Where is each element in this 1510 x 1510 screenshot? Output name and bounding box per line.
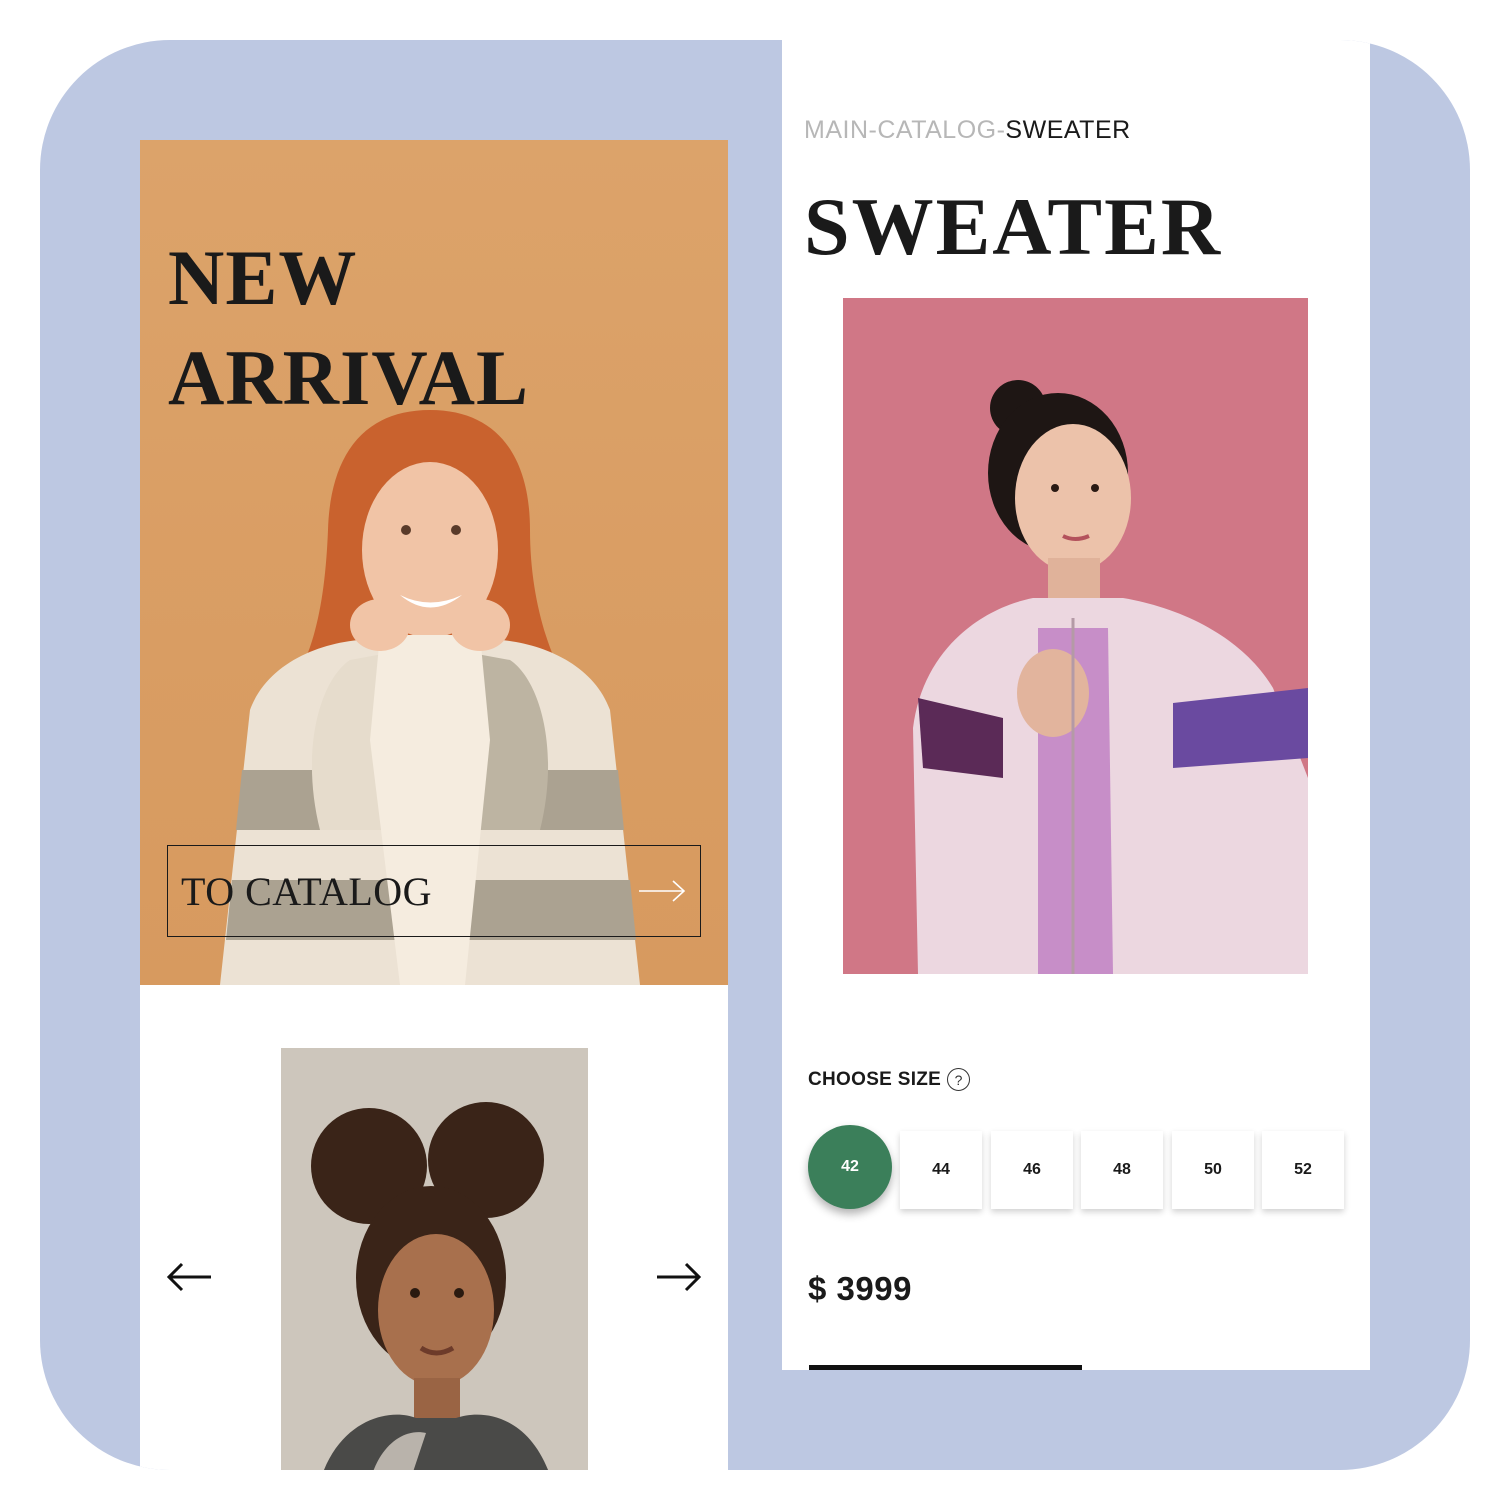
carousel-prev-button[interactable] (165, 1260, 213, 1294)
background-frame: NEW ARRIVAL TO CATALOG MAIN-CATALOG-SWEA… (40, 40, 1470, 1470)
size-option-50[interactable]: 50 (1172, 1131, 1254, 1209)
carousel-next-button[interactable] (655, 1260, 703, 1294)
question-circle-icon[interactable]: ? (947, 1068, 971, 1091)
breadcrumb-catalog[interactable]: CATALOG- (877, 116, 1005, 144)
product-image[interactable] (843, 298, 1308, 974)
breadcrumb: MAIN-CATALOG-SWEATER (804, 116, 1131, 145)
add-to-cart-button[interactable] (809, 1365, 1082, 1370)
home-screen: NEW ARRIVAL TO CATALOG (140, 140, 728, 1470)
to-catalog-button[interactable]: TO CATALOG (167, 845, 701, 937)
product-title: SWEATER (804, 181, 1223, 272)
size-option-48[interactable]: 48 (1081, 1131, 1163, 1209)
banner-title: NEW ARRIVAL (168, 228, 529, 428)
to-catalog-label: TO CATALOG (181, 868, 433, 914)
carousel-image[interactable] (281, 1048, 588, 1470)
size-option-52[interactable]: 52 (1262, 1131, 1344, 1209)
product-screen: MAIN-CATALOG-SWEATER SWEATER CHOOSE SIZE… (782, 40, 1370, 1370)
banner-title-line-2: ARRIVAL (168, 334, 529, 421)
carousel-model-image (281, 1048, 588, 1470)
choose-size-label: CHOOSE SIZE ? (808, 1068, 971, 1091)
size-option-44[interactable]: 44 (900, 1131, 982, 1209)
choose-size-text: CHOOSE SIZE (808, 1068, 942, 1090)
arrow-right-icon (639, 880, 686, 902)
product-price: $ 3999 (808, 1270, 912, 1307)
size-option-46[interactable]: 46 (991, 1131, 1073, 1209)
new-arrival-banner[interactable]: NEW ARRIVAL TO CATALOG (140, 140, 728, 985)
product-model-image (843, 298, 1308, 974)
breadcrumb-current: SWEATER (1005, 116, 1131, 144)
size-option-42[interactable]: 42 (808, 1125, 892, 1209)
breadcrumb-main[interactable]: MAIN- (804, 116, 877, 144)
banner-title-line-1: NEW (168, 234, 358, 321)
